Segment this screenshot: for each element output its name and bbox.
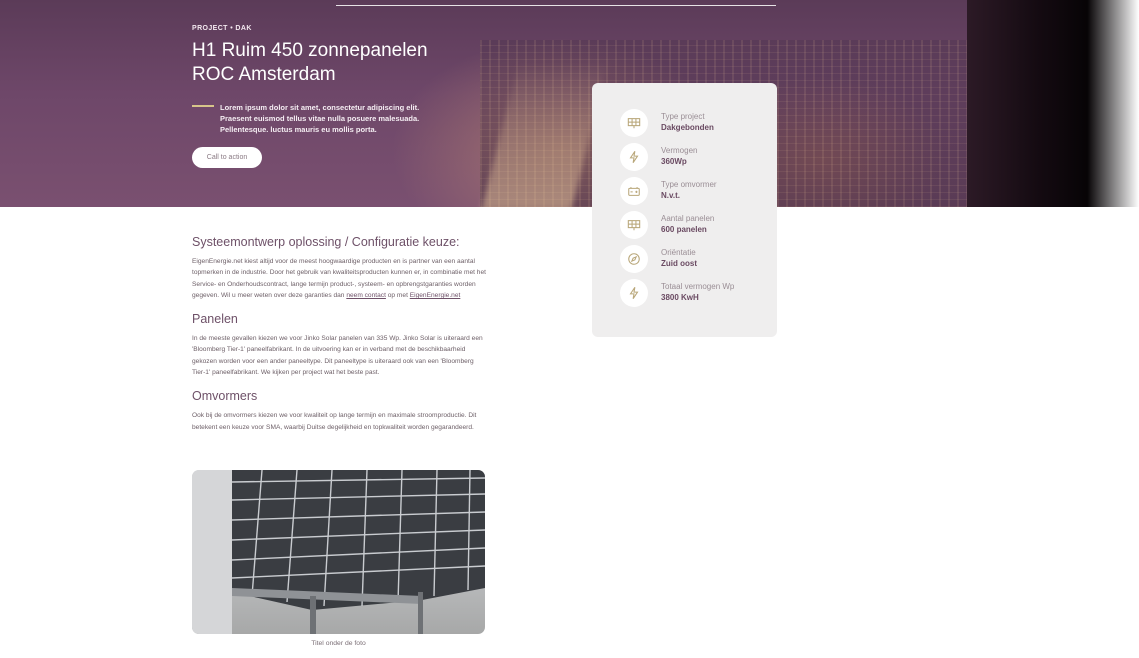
- spec-value: Zuid oost: [661, 259, 697, 268]
- spec-label: Aantal panelen: [661, 214, 715, 223]
- battery-icon: [620, 177, 648, 205]
- spec-label: Oriëntatie: [661, 248, 696, 257]
- section-title-system: Systeemontwerp oplossing / Configuratie …: [192, 235, 460, 249]
- project-eyebrow: PROJECT • DAK: [192, 25, 252, 32]
- spec-row-aantal-panelen: Aantal panelen 600 panelen: [620, 211, 777, 247]
- solar-carport-photo: [192, 470, 485, 634]
- page-title: H1 Ruim 450 zonnepanelen ROC Amsterdam: [192, 39, 512, 87]
- hero-intro-line-3: Pellentesque. luctus mauris eu mollis po…: [220, 125, 377, 134]
- contact-link[interactable]: neem contact: [346, 292, 386, 299]
- hero-dark-edge: [967, 0, 1139, 207]
- spec-row-type-project: Type project Dakgebonden: [620, 109, 777, 145]
- solar-panel-icon: [620, 211, 648, 239]
- hero-banner: PROJECT • DAK H1 Ruim 450 zonnepanelen R…: [0, 0, 967, 207]
- hero-intro-line-2: Praesent euismod tellus vitae nulla posu…: [220, 114, 420, 123]
- spec-row-totaal-vermogen: Totaal vermogen Wp 3800 KwH: [620, 279, 777, 315]
- spec-value: 360Wp: [661, 157, 687, 166]
- spec-label: Type project: [661, 112, 705, 121]
- spec-row-orientatie: Oriëntatie Zuid oost: [620, 245, 777, 281]
- section-text-panels: In de meeste gevallen kiezen we voor Jin…: [192, 335, 483, 377]
- spec-label: Type omvormer: [661, 180, 717, 189]
- section-title-inverters: Omvormers: [192, 389, 258, 404]
- intro-accent-line: [192, 105, 214, 107]
- section-text-system: EigenEnergie.net kiest altijd voor de me…: [192, 256, 486, 301]
- solar-structure-illustration: [192, 470, 485, 634]
- spec-value: Dakgebonden: [661, 123, 714, 132]
- hero-divider: [336, 5, 776, 6]
- lightning-icon: [620, 143, 648, 171]
- spec-label: Totaal vermogen Wp: [661, 282, 735, 291]
- spec-value: N.v.t.: [661, 191, 680, 200]
- spec-row-type-omvormer: Type omvormer N.v.t.: [620, 177, 777, 213]
- lightning-icon: [620, 279, 648, 307]
- photo-caption: Titel onder de foto: [311, 640, 366, 647]
- section-text-inverters: Ook bij de omvormers kiezen we voor kwal…: [192, 412, 477, 431]
- spec-value: 3800 KwH: [661, 293, 699, 302]
- eigenenergie-link[interactable]: EigenEnergie.net: [410, 292, 461, 299]
- hero-intro-line-1: Lorem ipsum dolor sit amet, consectetur …: [220, 103, 420, 112]
- system-text-part-2: op met: [385, 291, 410, 299]
- project-content: Systeemontwerp oplossing / Configuratie …: [192, 234, 486, 433]
- compass-icon: [620, 245, 648, 273]
- project-specs-card: Type project Dakgebonden Vermogen 360Wp …: [592, 83, 777, 337]
- spec-row-vermogen: Vermogen 360Wp: [620, 143, 777, 179]
- hero-intro: Lorem ipsum dolor sit amet, consectetur …: [220, 102, 430, 135]
- call-to-action-button[interactable]: Call to action: [192, 147, 262, 168]
- spec-label: Vermogen: [661, 146, 698, 155]
- page-title-line-2: ROC Amsterdam: [192, 64, 336, 85]
- spec-value: 600 panelen: [661, 225, 707, 234]
- page-title-line-1: H1 Ruim 450 zonnepanelen: [192, 40, 428, 61]
- solar-panel-icon: [620, 109, 648, 137]
- section-title-panels: Panelen: [192, 312, 238, 327]
